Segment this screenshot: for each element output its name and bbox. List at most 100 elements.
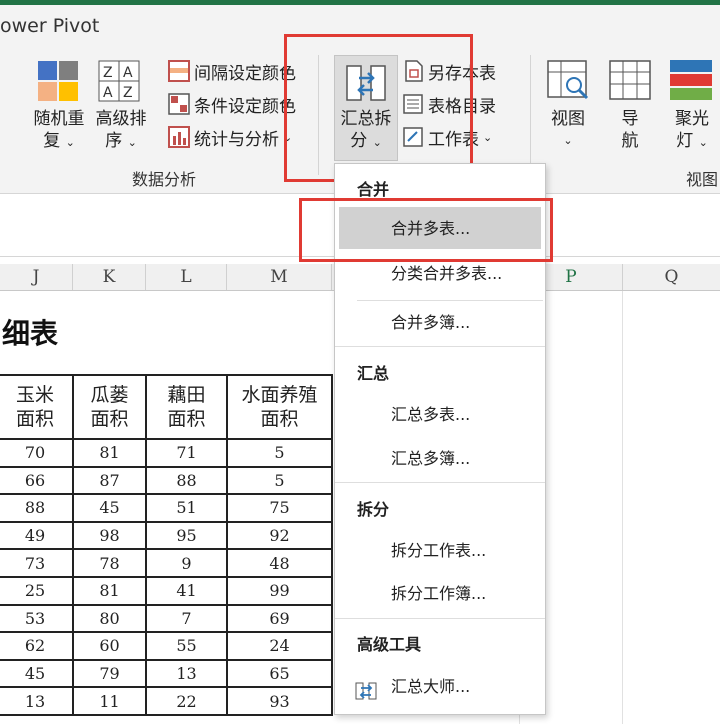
interval-color-label: 间隔设定颜色 [194, 63, 296, 84]
table-cell[interactable]: 92 [226, 520, 333, 551]
table-cell[interactable]: 69 [226, 603, 333, 634]
chevron-down-icon: ⌄ [127, 136, 137, 149]
view-button[interactable]: 视图 ⌄ [540, 108, 596, 152]
stats-label: 统计与分析 [194, 129, 279, 150]
table-cell[interactable]: 81 [72, 575, 147, 606]
table-cell[interactable]: 55 [145, 631, 228, 661]
table-cell[interactable]: 88 [145, 465, 228, 496]
table-cell[interactable]: 5 [226, 465, 333, 496]
menu-separator [335, 346, 545, 347]
chevron-down-icon: ⌄ [65, 136, 75, 149]
table-cell[interactable]: 48 [226, 548, 333, 578]
table-cell[interactable]: 60 [72, 631, 147, 661]
svg-text:A: A [123, 65, 133, 81]
grid-line [622, 291, 623, 724]
table-cell[interactable]: 13 [145, 658, 228, 689]
table-cell[interactable]: 99 [226, 575, 333, 606]
summary-master-icon [355, 677, 377, 700]
advanced-sort-button[interactable]: 高级排 序 ⌄ [90, 108, 152, 154]
group-label-view: 视图 [686, 170, 719, 189]
view-icon[interactable] [547, 60, 589, 102]
table-cell[interactable]: 75 [226, 493, 333, 523]
table-cell[interactable]: 66 [0, 465, 74, 496]
table-cell[interactable]: 95 [145, 520, 228, 551]
navigation-icon[interactable] [609, 60, 651, 102]
menu-section-split: 拆分 [357, 500, 390, 519]
spotlight-icon[interactable] [670, 60, 712, 102]
header-lotus-area[interactable]: 藕田 面积 [145, 374, 228, 440]
table-cell[interactable]: 45 [72, 493, 147, 523]
table-row: 53 80 7 69 [0, 603, 333, 634]
highlight-box-ribbon [284, 34, 473, 182]
conditional-color-button[interactable]: 条件设定颜色 [168, 90, 296, 118]
sort-label-2: 序 [105, 131, 123, 151]
menu-item-split-book[interactable]: 拆分工作簿... [335, 574, 545, 614]
table-cell[interactable]: 13 [0, 686, 74, 716]
sort-label-1: 高级排 [95, 109, 147, 129]
menu-item-split-sheet[interactable]: 拆分工作表... [335, 531, 545, 571]
random-label-2: 复 [43, 131, 61, 151]
stats-icon [168, 126, 190, 148]
column-header-m[interactable]: M [227, 264, 332, 290]
menu-separator [335, 482, 545, 483]
table-row: 13 11 22 93 [0, 686, 333, 716]
navigation-button[interactable]: 导 航 [602, 108, 658, 152]
table-cell[interactable]: 53 [0, 603, 74, 634]
menu-separator [357, 300, 543, 301]
tab-power-pivot[interactable]: ower Pivot [0, 15, 99, 37]
table-cell[interactable]: 70 [0, 438, 74, 468]
column-header-k[interactable]: K [73, 264, 146, 290]
table-cell[interactable]: 51 [145, 493, 228, 523]
stats-analysis-button[interactable]: 统计与分析 ⌄ [168, 123, 292, 151]
sheet-title: 细表 [2, 317, 59, 350]
conditional-color-icon [168, 93, 190, 115]
table-cell[interactable]: 81 [72, 438, 147, 468]
advanced-sort-icon[interactable]: ZAAZ [98, 60, 140, 102]
group-label-data-analysis: 数据分析 [132, 170, 197, 189]
table-cell[interactable]: 45 [0, 658, 74, 689]
column-header-j[interactable]: J [0, 264, 73, 290]
table-row: 45 79 13 65 [0, 658, 333, 689]
table-cell[interactable]: 73 [0, 548, 74, 578]
interval-color-button[interactable]: 间隔设定颜色 [168, 57, 296, 85]
table-cell[interactable]: 11 [72, 686, 147, 716]
table-cell[interactable]: 78 [72, 548, 147, 578]
highlight-box-menu-item [299, 198, 553, 262]
table-cell[interactable]: 88 [0, 493, 74, 523]
table-cell[interactable]: 24 [226, 631, 333, 661]
table-cell[interactable]: 79 [72, 658, 147, 689]
table-cell[interactable]: 22 [145, 686, 228, 716]
table-cell[interactable]: 9 [145, 548, 228, 578]
column-header-q[interactable]: Q [623, 264, 720, 290]
table-row: 62 60 55 24 [0, 631, 333, 661]
table-cell[interactable]: 5 [226, 438, 333, 468]
ribbon-separator [530, 55, 531, 175]
table-cell[interactable]: 80 [72, 603, 147, 634]
table-cell[interactable]: 49 [0, 520, 74, 551]
table-cell[interactable]: 98 [72, 520, 147, 551]
random-repeat-button[interactable]: 随机重 复 ⌄ [28, 108, 90, 154]
menu-item-summary-multi-sheets[interactable]: 汇总多表... [335, 395, 545, 435]
menu-item-summary-master[interactable]: 汇总大师... [335, 667, 545, 707]
table-cell[interactable]: 41 [145, 575, 228, 606]
table-cell[interactable]: 87 [72, 465, 147, 496]
menu-item-merge-multi-books[interactable]: 合并多簿... [335, 303, 545, 343]
table-cell[interactable]: 7 [145, 603, 228, 634]
svg-text:Z: Z [103, 65, 113, 81]
table-cell[interactable]: 65 [226, 658, 333, 689]
column-header-l[interactable]: L [146, 264, 227, 290]
spot-label-1: 聚光 [675, 109, 709, 129]
nav-label-1: 导 [621, 109, 639, 129]
header-aquaculture-area[interactable]: 水面养殖 面积 [226, 374, 333, 440]
spotlight-button[interactable]: 聚光 灯 ⌄ [664, 108, 720, 154]
interval-color-icon [168, 60, 190, 82]
table-cell[interactable]: 93 [226, 686, 333, 716]
conditional-color-label: 条件设定颜色 [194, 96, 296, 117]
table-cell[interactable]: 71 [145, 438, 228, 468]
random-repeat-icon[interactable] [37, 60, 79, 102]
table-cell[interactable]: 25 [0, 575, 74, 606]
table-cell[interactable]: 62 [0, 631, 74, 661]
header-corn-area[interactable]: 玉米 面积 [0, 374, 74, 440]
header-gualou-area[interactable]: 瓜蒌 面积 [72, 374, 147, 440]
menu-item-summary-multi-books[interactable]: 汇总多簿... [335, 439, 545, 479]
